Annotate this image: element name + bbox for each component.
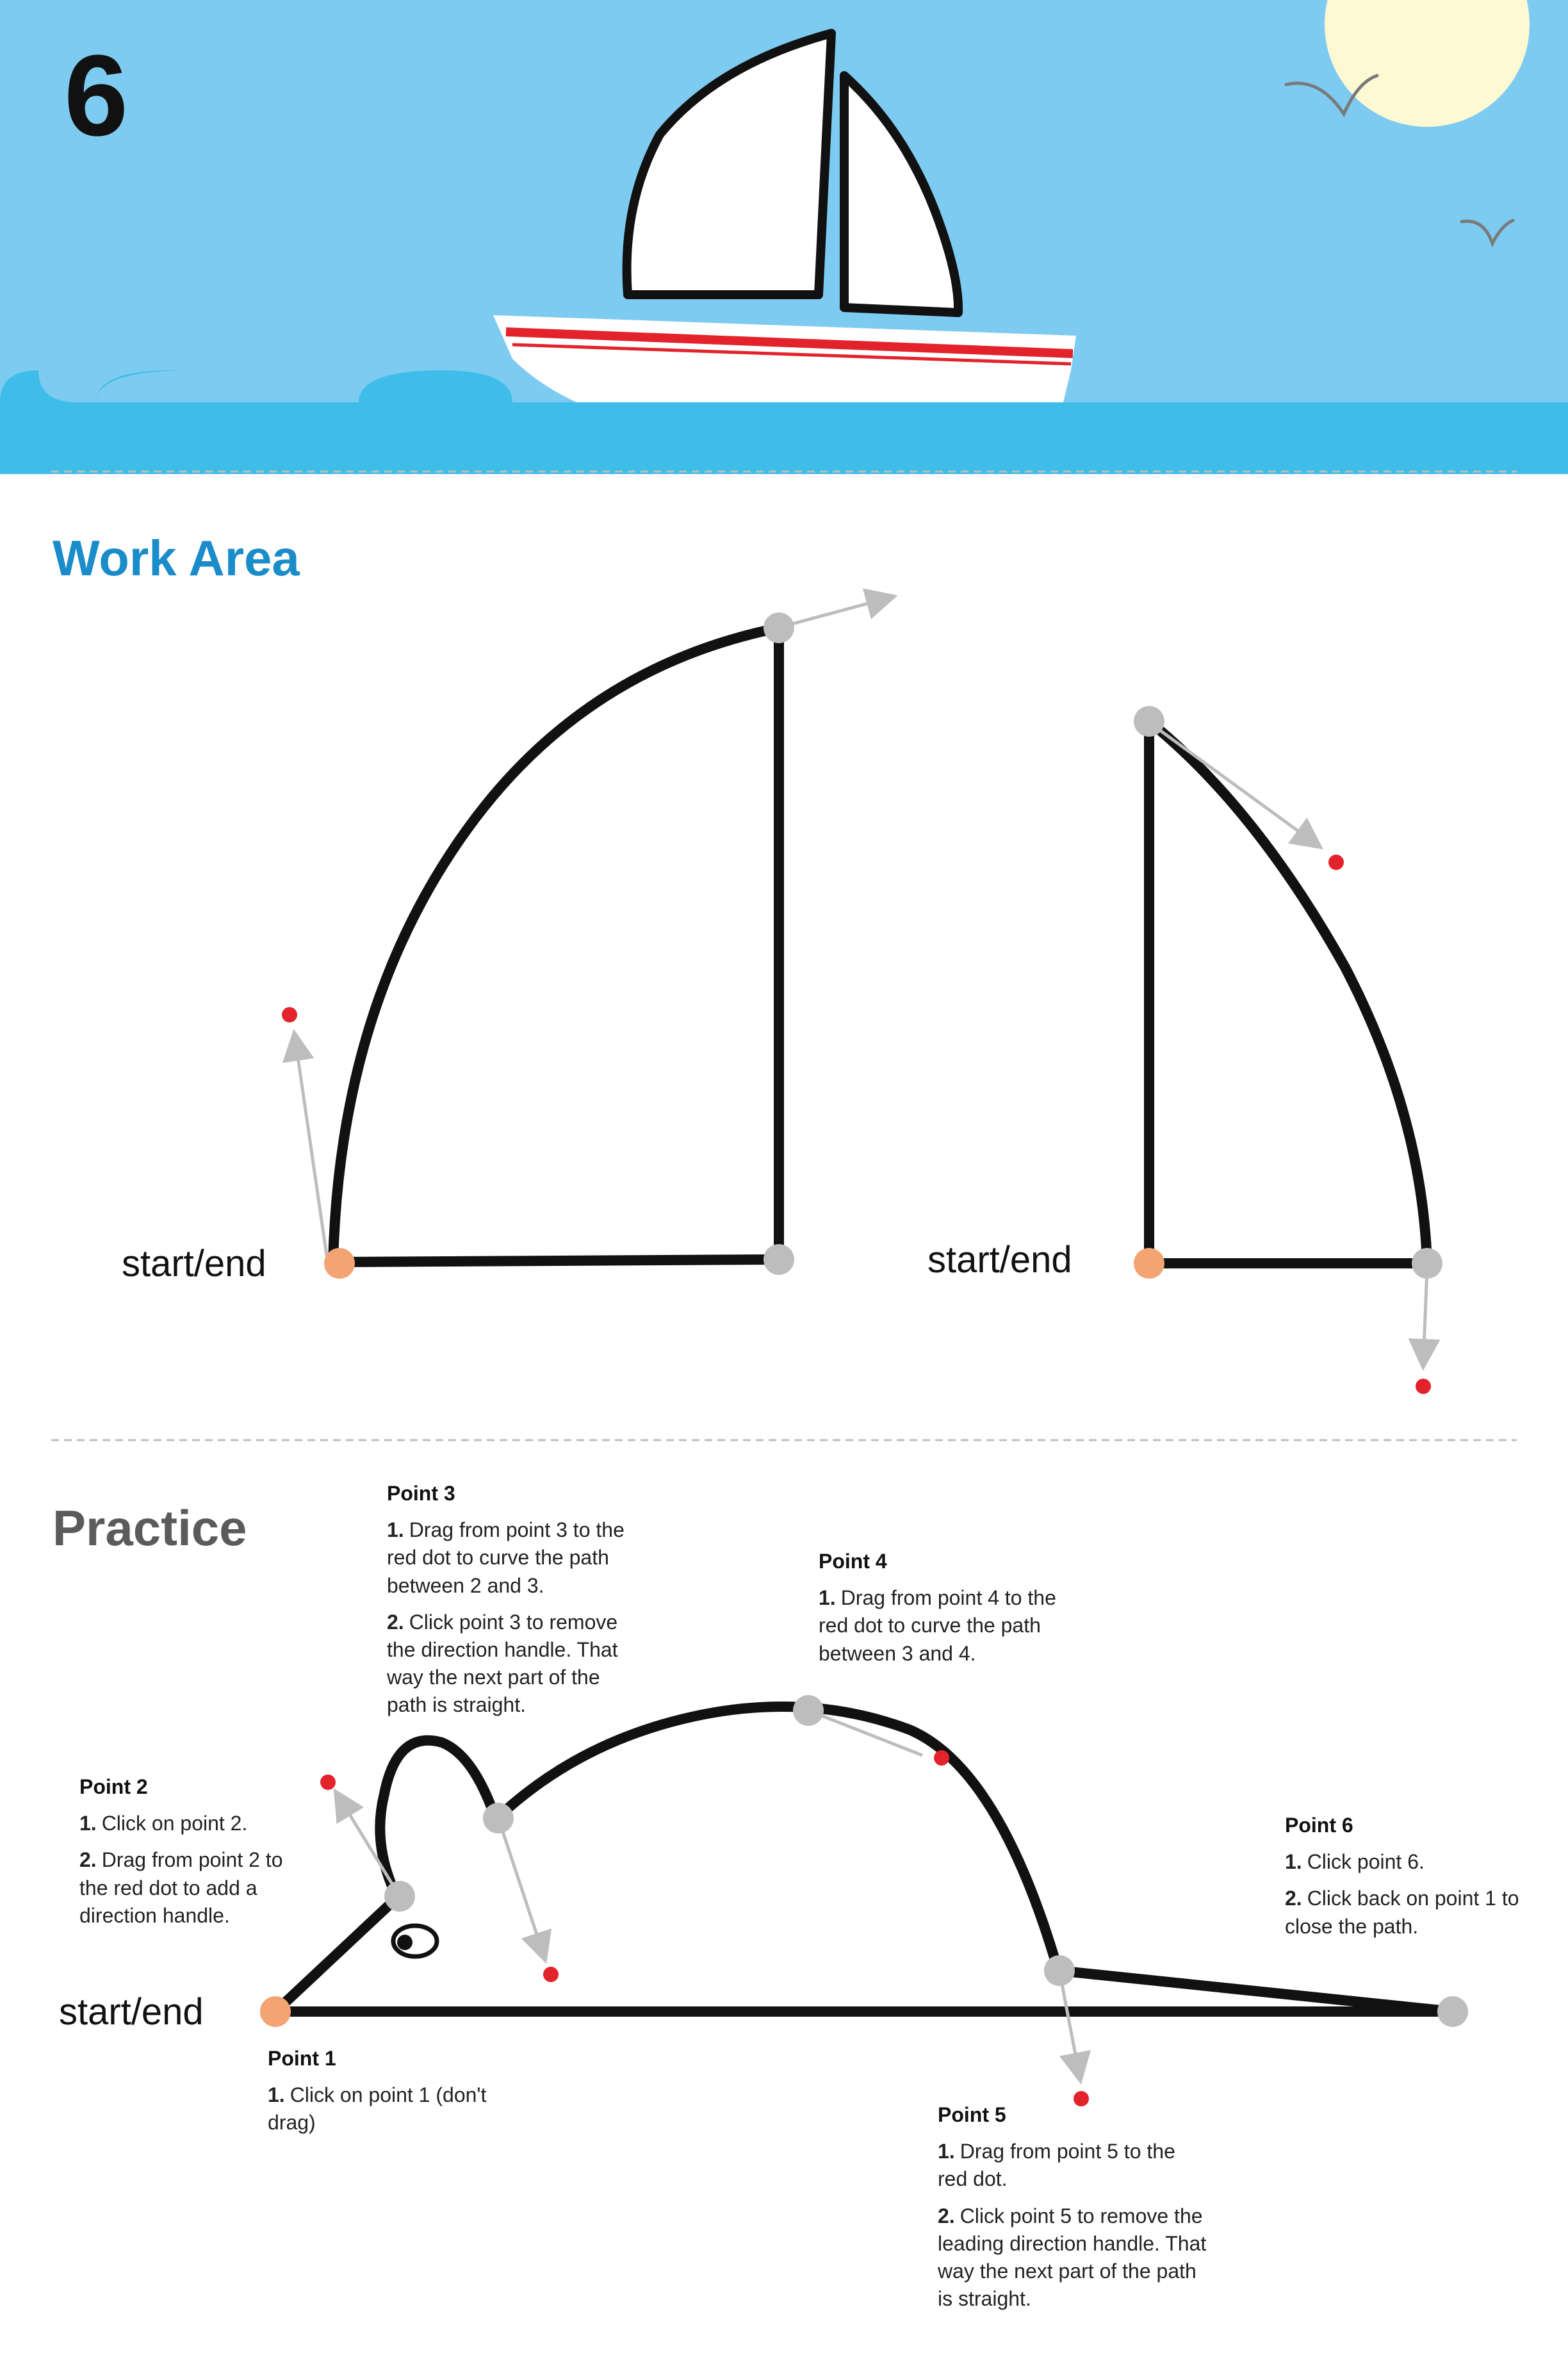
anchor-point <box>764 1244 794 1275</box>
anchor-start <box>260 1996 291 2027</box>
page-number: 6 <box>64 31 129 160</box>
step-item: 2. Click point 5 to remove the leading di… <box>938 2202 1207 2313</box>
step-number: 2. <box>79 1848 97 1872</box>
step-number: 1. <box>1285 1850 1302 1874</box>
practice-title: Practice <box>53 1500 247 1556</box>
step-text: Click point 3 to remove the direction ha… <box>387 1610 618 1717</box>
step-item: 1. Drag from point 4 to the red dot to cu… <box>819 1584 1075 1668</box>
start-end-label: start/end <box>927 1239 1072 1281</box>
point-1-instructions: Point 1 1. Click on point 1 (don't drag) <box>268 2045 498 2146</box>
anchor-point <box>764 612 794 643</box>
step-text: Click point 5 to remove the leading dire… <box>938 2204 1207 2311</box>
step-number: 1. <box>268 2083 285 2107</box>
step-text: Click on point 2. <box>101 1812 248 1835</box>
point-6-title: Point 6 <box>1285 1814 1353 1837</box>
handle-dot <box>1328 855 1344 870</box>
handle-line <box>333 1788 402 1898</box>
handle-line <box>1152 723 1324 849</box>
step-number: 1. <box>938 2140 955 2163</box>
handle-line <box>1408 1268 1441 1371</box>
step-item: 1. Click on point 2. <box>79 1810 310 1837</box>
point-4-title: Point 4 <box>819 1550 887 1573</box>
step-text: Drag from point 5 to the red dot. <box>938 2140 1175 2191</box>
work-shape-small-sail <box>1144 716 1432 1268</box>
step-number: 2. <box>938 2204 955 2227</box>
anchor-point <box>384 1881 415 1912</box>
handle-dot <box>320 1775 336 1790</box>
practice-mouse-outline <box>270 1702 1458 2017</box>
point-5-title: Point 5 <box>938 2103 1006 2126</box>
handle-dot <box>1416 1379 1431 1394</box>
step-item: 2. Click back on point 1 to close the pat… <box>1285 1885 1541 1940</box>
header-illustration <box>0 0 1568 474</box>
point-2-title: Point 2 <box>79 1775 148 1798</box>
step-text: Drag from point 2 to the red dot to add … <box>79 1848 283 1927</box>
step-item: 1. Drag from point 5 to the red dot. <box>938 2138 1207 2193</box>
step-text: Drag from point 4 to the red dot to curv… <box>819 1586 1056 1665</box>
step-text: Drag from point 3 to the red dot to curv… <box>387 1518 625 1597</box>
mouse-pupil <box>397 1935 412 1950</box>
step-number: 2. <box>1285 1887 1302 1910</box>
point-2-instructions: Point 2 1. Click on point 2. 2. Drag from … <box>79 1773 310 1939</box>
point-4-instructions: Point 4 1. Drag from point 4 to the red d… <box>819 1548 1075 1677</box>
anchor-point <box>793 1695 824 1726</box>
anchor-point <box>1437 1996 1468 2027</box>
step-item: 1. Click on point 1 (don't drag) <box>268 2081 498 2136</box>
step-number: 1. <box>819 1586 836 1610</box>
work-area-title: Work Area <box>53 530 300 586</box>
point-3-title: Point 3 <box>387 1482 455 1505</box>
work-shape-big-sail <box>328 623 784 1267</box>
anchor-start <box>324 1248 355 1279</box>
step-item: 1. Drag from point 3 to the red dot to cu… <box>387 1516 643 1600</box>
handle-line <box>496 1817 552 1964</box>
point-3-instructions: Point 3 1. Drag from point 3 to the red d… <box>387 1480 643 1728</box>
step-text: Click back on point 1 to close the path. <box>1285 1887 1519 1938</box>
start-end-label: start/end <box>122 1243 266 1284</box>
anchor-point <box>1134 706 1164 737</box>
handle-line <box>282 1029 329 1256</box>
handle-line <box>777 588 898 630</box>
anchor-start <box>1134 1248 1164 1279</box>
point-1-title: Point 1 <box>268 2047 336 2070</box>
handle-dot <box>543 1967 559 1982</box>
step-number: 1. <box>387 1518 404 1542</box>
step-text: Click point 6. <box>1307 1850 1425 1874</box>
anchor-point <box>1044 1955 1075 1986</box>
step-item: 1. Click point 6. <box>1285 1848 1541 1876</box>
point-6-instructions: Point 6 1. Click point 6. 2. Click back on… <box>1285 1812 1541 1949</box>
step-item: 2. Click point 3 to remove the direction … <box>387 1609 643 1719</box>
anchor-point <box>483 1803 514 1833</box>
step-item: 2. Drag from point 2 to the red dot to ad… <box>79 1846 310 1930</box>
step-text: Click on point 1 (don't drag) <box>268 2083 487 2135</box>
step-number: 1. <box>79 1812 97 1835</box>
handle-dot <box>934 1750 949 1766</box>
work-area-shapes <box>282 588 1442 1394</box>
start-end-label: start/end <box>59 1991 204 2033</box>
handle-dot <box>282 1007 297 1022</box>
step-number: 2. <box>387 1610 404 1634</box>
point-5-instructions: Point 5 1. Drag from point 5 to the red d… <box>938 2101 1207 2322</box>
handle-line <box>1058 1970 1091 2085</box>
anchor-point <box>1412 1248 1442 1279</box>
